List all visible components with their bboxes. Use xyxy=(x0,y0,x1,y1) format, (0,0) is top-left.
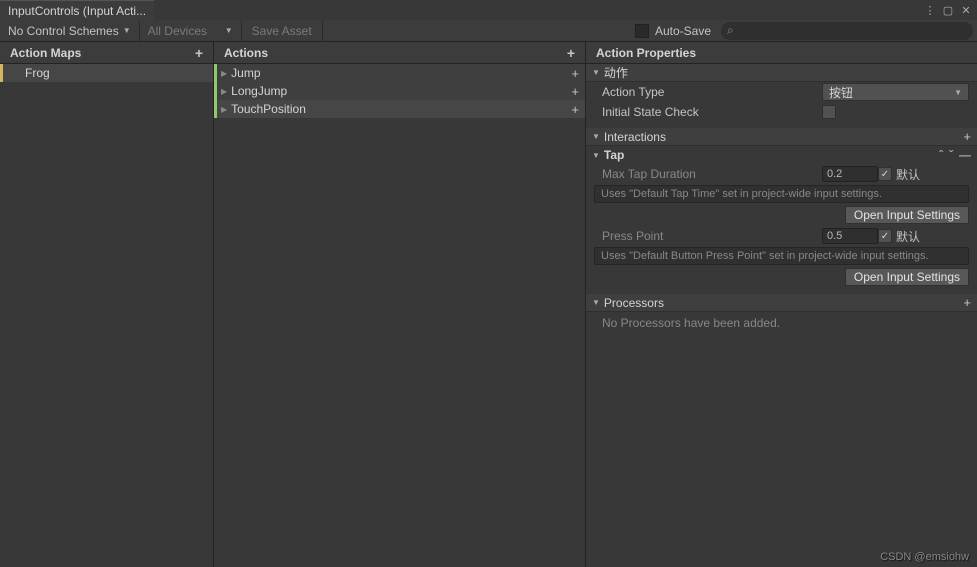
expand-icon[interactable]: ▶ xyxy=(221,87,227,96)
toolbar: No Control Schemes ▼ All Devices ▼ Save … xyxy=(0,20,977,42)
add-binding-button[interactable]: + xyxy=(571,84,585,99)
interaction-tap-header[interactable]: ▼ Tap ˆ ˇ — xyxy=(586,146,977,164)
add-interaction-button[interactable]: + xyxy=(963,129,971,144)
interaction-tap-label: Tap xyxy=(604,148,624,162)
press-point-row: Press Point ✓ 默认 xyxy=(586,226,977,246)
popout-icon[interactable]: ▢ xyxy=(941,3,955,17)
press-point-default-checkbox[interactable]: ✓ xyxy=(878,229,892,243)
section-interactions-label: Interactions xyxy=(604,130,666,144)
auto-save-checkbox[interactable] xyxy=(635,24,649,38)
add-action-map-button[interactable]: + xyxy=(195,45,203,61)
initial-state-label: Initial State Check xyxy=(602,105,822,119)
default-label: 默认 xyxy=(896,228,920,245)
actions-header: Actions + xyxy=(214,42,585,64)
section-action[interactable]: ▼ 动作 xyxy=(586,64,977,82)
action-maps-header: Action Maps + xyxy=(0,42,213,64)
devices-label: All Devices xyxy=(148,24,207,38)
action-label: Jump xyxy=(231,66,260,80)
watermark: CSDN @emsiohw xyxy=(880,551,969,563)
section-processors[interactable]: ▼ Processors + xyxy=(586,294,977,312)
titlebar-controls: ⋮ ▢ ✕ xyxy=(923,0,977,20)
initial-state-checkbox[interactable] xyxy=(822,105,836,119)
expand-icon[interactable]: ▶ xyxy=(221,105,227,114)
main-area: Action Maps + Frog Actions + ▶ Jump + ▶ … xyxy=(0,42,977,567)
processors-empty-message: No Processors have been added. xyxy=(586,312,977,334)
action-label: LongJump xyxy=(231,84,287,98)
action-type-value: 按钮 xyxy=(829,84,853,101)
foldout-icon: ▼ xyxy=(592,298,600,307)
max-tap-default-checkbox[interactable]: ✓ xyxy=(878,167,892,181)
titlebar: InputControls (Input Acti... ⋮ ▢ ✕ xyxy=(0,0,977,20)
window-title: InputControls (Input Acti... xyxy=(8,4,146,18)
action-item-touchposition[interactable]: ▶ TouchPosition + xyxy=(214,100,585,118)
add-binding-button[interactable]: + xyxy=(571,102,585,117)
foldout-icon: ▼ xyxy=(592,68,600,77)
initial-state-row: Initial State Check xyxy=(586,102,977,122)
section-processors-label: Processors xyxy=(604,296,664,310)
section-action-label: 动作 xyxy=(604,64,628,81)
actions-title: Actions xyxy=(224,46,268,60)
open-input-settings-button[interactable]: Open Input Settings xyxy=(845,268,969,286)
action-map-label: Frog xyxy=(25,66,50,80)
max-tap-duration-input[interactable] xyxy=(822,166,878,182)
auto-save-toggle[interactable]: Auto-Save xyxy=(625,24,721,38)
action-label: TouchPosition xyxy=(231,102,306,116)
open-input-settings-button[interactable]: Open Input Settings xyxy=(845,206,969,224)
expand-icon[interactable]: ▶ xyxy=(221,69,227,78)
save-asset-label: Save Asset xyxy=(252,24,312,38)
action-maps-list: Frog xyxy=(0,64,213,567)
window-tab[interactable]: InputControls (Input Acti... xyxy=(0,0,154,20)
foldout-icon: ▼ xyxy=(592,132,600,141)
control-schemes-label: No Control Schemes xyxy=(8,24,119,38)
action-type-label: Action Type xyxy=(602,85,822,99)
properties-title: Action Properties xyxy=(596,46,696,60)
move-up-icon[interactable]: ˆ xyxy=(939,148,943,162)
default-label: 默认 xyxy=(896,166,920,183)
chevron-down-icon: ▼ xyxy=(123,26,131,35)
press-point-hint: Uses "Default Button Press Point" set in… xyxy=(594,247,969,265)
section-interactions[interactable]: ▼ Interactions + xyxy=(586,128,977,146)
chevron-down-icon: ▼ xyxy=(225,26,233,35)
action-map-item[interactable]: Frog xyxy=(0,64,213,82)
kebab-icon[interactable]: ⋮ xyxy=(923,3,937,17)
devices-dropdown[interactable]: All Devices ▼ xyxy=(140,21,242,41)
search-input[interactable]: ⌕ xyxy=(721,22,973,40)
save-asset-button[interactable]: Save Asset xyxy=(242,21,323,41)
search-icon: ⌕ xyxy=(727,23,734,38)
action-item-longjump[interactable]: ▶ LongJump + xyxy=(214,82,585,100)
add-action-button[interactable]: + xyxy=(567,45,575,61)
close-icon[interactable]: ✕ xyxy=(959,3,973,17)
interaction-reorder-controls: ˆ ˇ — xyxy=(939,148,971,162)
add-binding-button[interactable]: + xyxy=(571,66,585,81)
actions-list: ▶ Jump + ▶ LongJump + ▶ TouchPosition + xyxy=(214,64,585,567)
remove-icon[interactable]: — xyxy=(959,148,971,162)
chevron-down-icon: ▼ xyxy=(954,88,962,97)
auto-save-label: Auto-Save xyxy=(655,24,711,38)
max-tap-hint: Uses "Default Tap Time" set in project-w… xyxy=(594,185,969,203)
add-processor-button[interactable]: + xyxy=(963,295,971,310)
action-type-dropdown[interactable]: 按钮 ▼ xyxy=(822,83,969,101)
properties-body: ▼ 动作 Action Type 按钮 ▼ Initial State Chec… xyxy=(586,64,977,567)
action-item-jump[interactable]: ▶ Jump + xyxy=(214,64,585,82)
press-point-input[interactable] xyxy=(822,228,878,244)
max-tap-duration-label: Max Tap Duration xyxy=(602,167,822,181)
foldout-icon: ▼ xyxy=(592,151,600,160)
move-down-icon[interactable]: ˇ xyxy=(949,148,953,162)
control-schemes-dropdown[interactable]: No Control Schemes ▼ xyxy=(0,21,140,41)
actions-column: Actions + ▶ Jump + ▶ LongJump + ▶ TouchP… xyxy=(214,42,586,567)
action-type-row: Action Type 按钮 ▼ xyxy=(586,82,977,102)
properties-column: Action Properties ▼ 动作 Action Type 按钮 ▼ … xyxy=(586,42,977,567)
action-maps-title: Action Maps xyxy=(10,46,81,60)
press-point-label: Press Point xyxy=(602,229,822,243)
action-maps-column: Action Maps + Frog xyxy=(0,42,214,567)
max-tap-duration-row: Max Tap Duration ✓ 默认 xyxy=(586,164,977,184)
properties-header: Action Properties xyxy=(586,42,977,64)
